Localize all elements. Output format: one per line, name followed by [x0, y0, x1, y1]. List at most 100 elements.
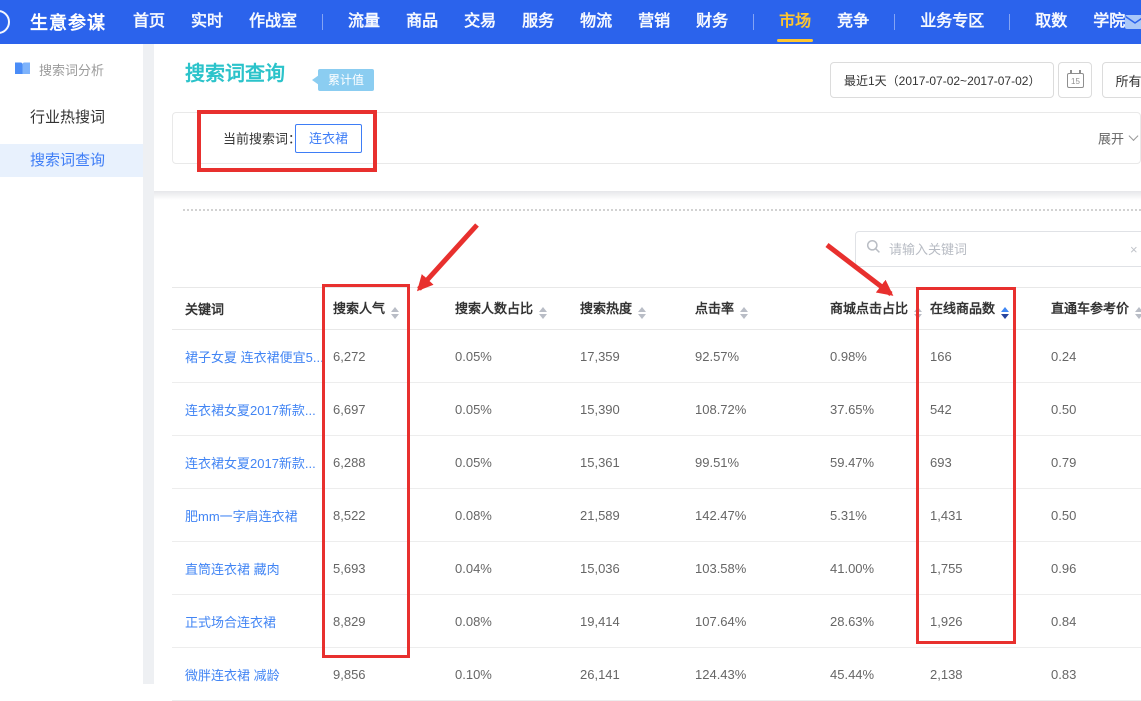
- sidebar: 搜索词分析 行业热搜词搜索词查询: [0, 44, 143, 684]
- nav-item-13[interactable]: 竞争: [824, 0, 882, 44]
- keyword-cell: 微胖连衣裙 减龄: [172, 648, 322, 701]
- nav-item-4[interactable]: 流量: [335, 0, 393, 44]
- value-cell: 1,431: [917, 489, 1016, 542]
- value-cell: 5.31%: [790, 489, 917, 542]
- brand-title[interactable]: 生意参谋: [30, 9, 106, 35]
- value-cell: 107.64%: [672, 595, 790, 648]
- value-cell: 6,272: [322, 330, 447, 383]
- nav-divider: [894, 14, 895, 30]
- value-cell: 0.83: [1016, 648, 1141, 701]
- value-cell: 1,755: [917, 542, 1016, 595]
- toolbar: 最近1天（2017-07-02~2017-07-02） 15 所有终端: [830, 62, 1141, 98]
- table-row: 连衣裙女夏2017新款...6,2880.05%15,36199.51%59.4…: [172, 436, 1141, 489]
- annotation-arrow-left: [419, 225, 477, 289]
- value-cell: 15,390: [565, 383, 672, 436]
- nav-item-15[interactable]: 业务专区: [907, 0, 997, 44]
- sort-icon[interactable]: [1135, 307, 1141, 319]
- sidebar-item-1[interactable]: 搜索词查询: [0, 144, 143, 177]
- column-label: 关键词: [185, 302, 224, 317]
- nav-divider: [1009, 14, 1010, 30]
- mail-icon[interactable]: [1124, 14, 1141, 35]
- sort-icon[interactable]: [638, 307, 646, 319]
- calendar-icon: 15: [1067, 73, 1084, 88]
- value-cell: 0.10%: [447, 648, 565, 701]
- keyword-search-box: ×: [855, 231, 1141, 267]
- keyword-link[interactable]: 连衣裙女夏2017新款...: [185, 403, 316, 418]
- nav-item-10[interactable]: 财务: [683, 0, 741, 44]
- column-header-7[interactable]: 直通车参考价: [1016, 288, 1141, 330]
- column-header-5[interactable]: 商城点击占比: [790, 288, 917, 330]
- nav-item-6[interactable]: 交易: [451, 0, 509, 44]
- date-range-selector[interactable]: 最近1天（2017-07-02~2017-07-02）: [830, 62, 1054, 98]
- value-cell: 103.58%: [672, 542, 790, 595]
- sort-icon[interactable]: [391, 307, 399, 319]
- sort-icon[interactable]: [914, 307, 922, 319]
- value-cell: 92.57%: [672, 330, 790, 383]
- keyword-cell: 连衣裙女夏2017新款...: [172, 383, 322, 436]
- nav-item-9[interactable]: 营销: [625, 0, 683, 44]
- table-row: 肥mm一字肩连衣裙8,5220.08%21,589142.47%5.31%1,4…: [172, 489, 1141, 542]
- value-cell: 0.50: [1016, 383, 1141, 436]
- value-cell: 142.47%: [672, 489, 790, 542]
- column-header-3[interactable]: 搜索热度: [565, 288, 672, 330]
- nav-item-0[interactable]: 首页: [120, 0, 178, 44]
- current-term-label: 当前搜索词：: [223, 129, 301, 148]
- sidebar-item-0[interactable]: 行业热搜词: [0, 102, 143, 134]
- calendar-day: 15: [1071, 78, 1080, 86]
- value-cell: 693: [917, 436, 1016, 489]
- sidebar-section-label: 搜索词分析: [39, 60, 104, 79]
- nav-item-8[interactable]: 物流: [567, 0, 625, 44]
- chevron-down-icon: [1129, 131, 1139, 141]
- keyword-link[interactable]: 裙子女夏 连衣裙便宜5...: [185, 350, 322, 365]
- nav-item-12[interactable]: 市场: [766, 0, 824, 44]
- column-label: 搜索热度: [580, 301, 632, 316]
- keyword-link[interactable]: 直筒连衣裙 藏肉: [185, 562, 280, 577]
- nav-divider: [322, 14, 323, 30]
- nav-item-17[interactable]: 取数: [1022, 0, 1080, 44]
- value-cell: 0.08%: [447, 595, 565, 648]
- value-cell: 5,693: [322, 542, 447, 595]
- calendar-button[interactable]: 15: [1058, 62, 1092, 98]
- value-cell: 45.44%: [790, 648, 917, 701]
- sort-icon[interactable]: [740, 307, 748, 319]
- keyword-search-input[interactable]: [889, 242, 1141, 257]
- column-header-6[interactable]: 在线商品数: [917, 288, 1016, 330]
- sidebar-section: 搜索词分析: [0, 44, 143, 79]
- nav-item-1[interactable]: 实时: [178, 0, 236, 44]
- value-cell: 41.00%: [790, 542, 917, 595]
- value-cell: 108.72%: [672, 383, 790, 436]
- column-header-2[interactable]: 搜索人数占比: [447, 288, 565, 330]
- value-cell: 2,138: [917, 648, 1016, 701]
- clear-input-icon[interactable]: ×: [1130, 242, 1138, 257]
- sort-icon[interactable]: [1001, 307, 1009, 319]
- keyword-cell: 肥mm一字肩连衣裙: [172, 489, 322, 542]
- keyword-link[interactable]: 肥mm一字肩连衣裙: [185, 509, 298, 524]
- page-title: 搜索词查询: [185, 57, 285, 86]
- value-cell: 17,359: [565, 330, 672, 383]
- value-cell: 59.47%: [790, 436, 917, 489]
- keyword-link[interactable]: 正式场合连衣裙: [185, 615, 276, 630]
- value-cell: 26,141: [565, 648, 672, 701]
- column-header-1[interactable]: 搜索人气: [322, 288, 447, 330]
- keyword-link[interactable]: 连衣裙女夏2017新款...: [185, 456, 316, 471]
- keyword-link[interactable]: 微胖连衣裙 减龄: [185, 668, 280, 683]
- value-cell: 166: [917, 330, 1016, 383]
- table-header-row: 关键词 搜索人气搜索人数占比 搜索热度 点击率 商城点击占比在线商品数直通车参考价: [172, 288, 1141, 330]
- nav-item-2[interactable]: 作战室: [236, 0, 310, 44]
- sidebar-divider: [143, 44, 154, 684]
- expand-link[interactable]: 展开: [1098, 129, 1137, 148]
- column-label: 商城点击占比: [830, 301, 908, 316]
- expand-label: 展开: [1098, 129, 1124, 148]
- terminal-filter-dropdown[interactable]: 所有终端: [1102, 62, 1141, 98]
- value-cell: 6,697: [322, 383, 447, 436]
- sort-icon[interactable]: [539, 307, 547, 319]
- value-cell: 0.24: [1016, 330, 1141, 383]
- column-header-4[interactable]: 点击率: [672, 288, 790, 330]
- nav-item-5[interactable]: 商品: [393, 0, 451, 44]
- value-cell: 0.79: [1016, 436, 1141, 489]
- keyword-cell: 连衣裙女夏2017新款...: [172, 436, 322, 489]
- current-term-chip[interactable]: 连衣裙: [295, 124, 362, 153]
- nav-item-7[interactable]: 服务: [509, 0, 567, 44]
- value-cell: 0.05%: [447, 383, 565, 436]
- column-label: 搜索人数占比: [455, 301, 533, 316]
